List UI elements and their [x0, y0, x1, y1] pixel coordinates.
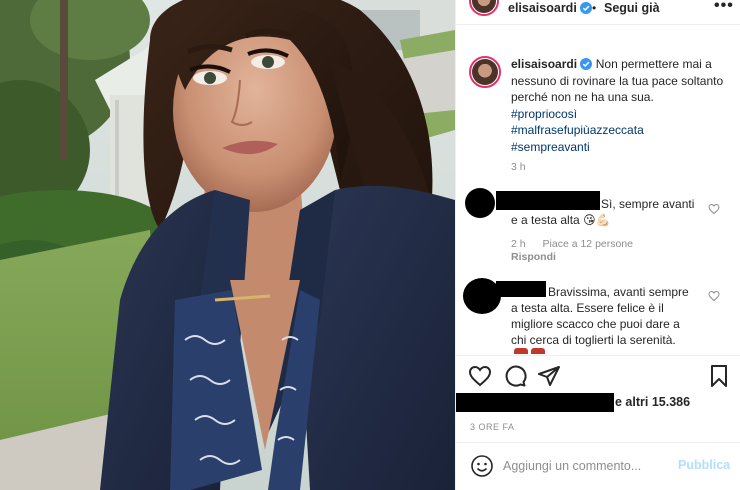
comment-like-heart-icon[interactable]: [708, 290, 720, 302]
redacted-username: [496, 281, 546, 297]
bookmark-icon[interactable]: [707, 364, 731, 388]
following-button[interactable]: Segui già: [604, 1, 660, 15]
redacted-username: [496, 191, 600, 210]
post-timestamp[interactable]: 3 ORE FA: [470, 422, 515, 432]
post-side-panel: elisaisoardi • Segui già ••• elisaisoard…: [455, 0, 740, 490]
actions-divider: [456, 355, 740, 356]
hashtag-link[interactable]: #sempreavanti: [511, 139, 736, 156]
comment-timestamp[interactable]: 2 h: [511, 238, 526, 250]
publish-button[interactable]: Pubblica: [678, 458, 730, 472]
reply-button[interactable]: Rispondi: [511, 251, 556, 263]
header-divider: [456, 24, 740, 25]
more-options-icon[interactable]: •••: [714, 0, 734, 15]
comment-like-heart-icon[interactable]: [708, 203, 720, 215]
comment-input[interactable]: [503, 454, 673, 478]
username-text[interactable]: elisaisoardi: [508, 1, 577, 15]
redacted-liker: [456, 393, 614, 412]
post-header: elisaisoardi • Segui già •••: [456, 0, 740, 18]
verified-badge-icon: [580, 58, 593, 70]
comment-emoji: 😘💪🏻: [583, 213, 611, 227]
emoji-partial: [531, 348, 545, 354]
comment-icon[interactable]: [503, 364, 527, 388]
hashtag-link[interactable]: #propriocosì: [511, 106, 736, 123]
emoji-icon[interactable]: [470, 454, 494, 478]
header-username[interactable]: elisaisoardi: [508, 1, 593, 15]
paper-plane-icon[interactable]: [537, 364, 561, 388]
selfie-image: [0, 0, 455, 490]
comment-text: Bravissima, avanti sempre: [548, 285, 689, 299]
hashtag-link[interactable]: #malfrasefupiùazzeccata: [511, 122, 736, 139]
comment-likes[interactable]: Piace a 12 persone: [543, 238, 633, 250]
add-comment-form: Pubblica: [456, 442, 740, 490]
comment-meta: 2 h Piace a 12 persone: [511, 238, 647, 250]
post-photo[interactable]: [0, 0, 455, 490]
comment-text-line: e a testa alta: [511, 213, 580, 227]
heart-icon[interactable]: [468, 364, 492, 388]
emoji-partial: [514, 348, 528, 354]
comment-text: chi cerca di toglierti la serenità.: [511, 333, 676, 347]
verified-badge-icon: [580, 2, 593, 14]
post-caption: elisaisoardi Non permettere mai a nessun…: [511, 56, 736, 155]
caption-timestamp[interactable]: 3 h: [511, 161, 526, 173]
comment-text: Sì, sempre avanti: [601, 197, 695, 211]
separator-dot: •: [592, 1, 597, 15]
caption-username[interactable]: elisaisoardi: [511, 57, 577, 71]
redacted-avatar: [465, 188, 495, 218]
comment-text: e a testa alta 😘💪🏻: [511, 212, 611, 229]
comment-text: a testa alta. Essere felice è il: [511, 301, 664, 315]
caption-avatar[interactable]: [472, 59, 498, 85]
comment-text: migliore scacco che puoi dare a: [511, 317, 680, 331]
likes-count[interactable]: e altri 15.386: [615, 395, 690, 409]
